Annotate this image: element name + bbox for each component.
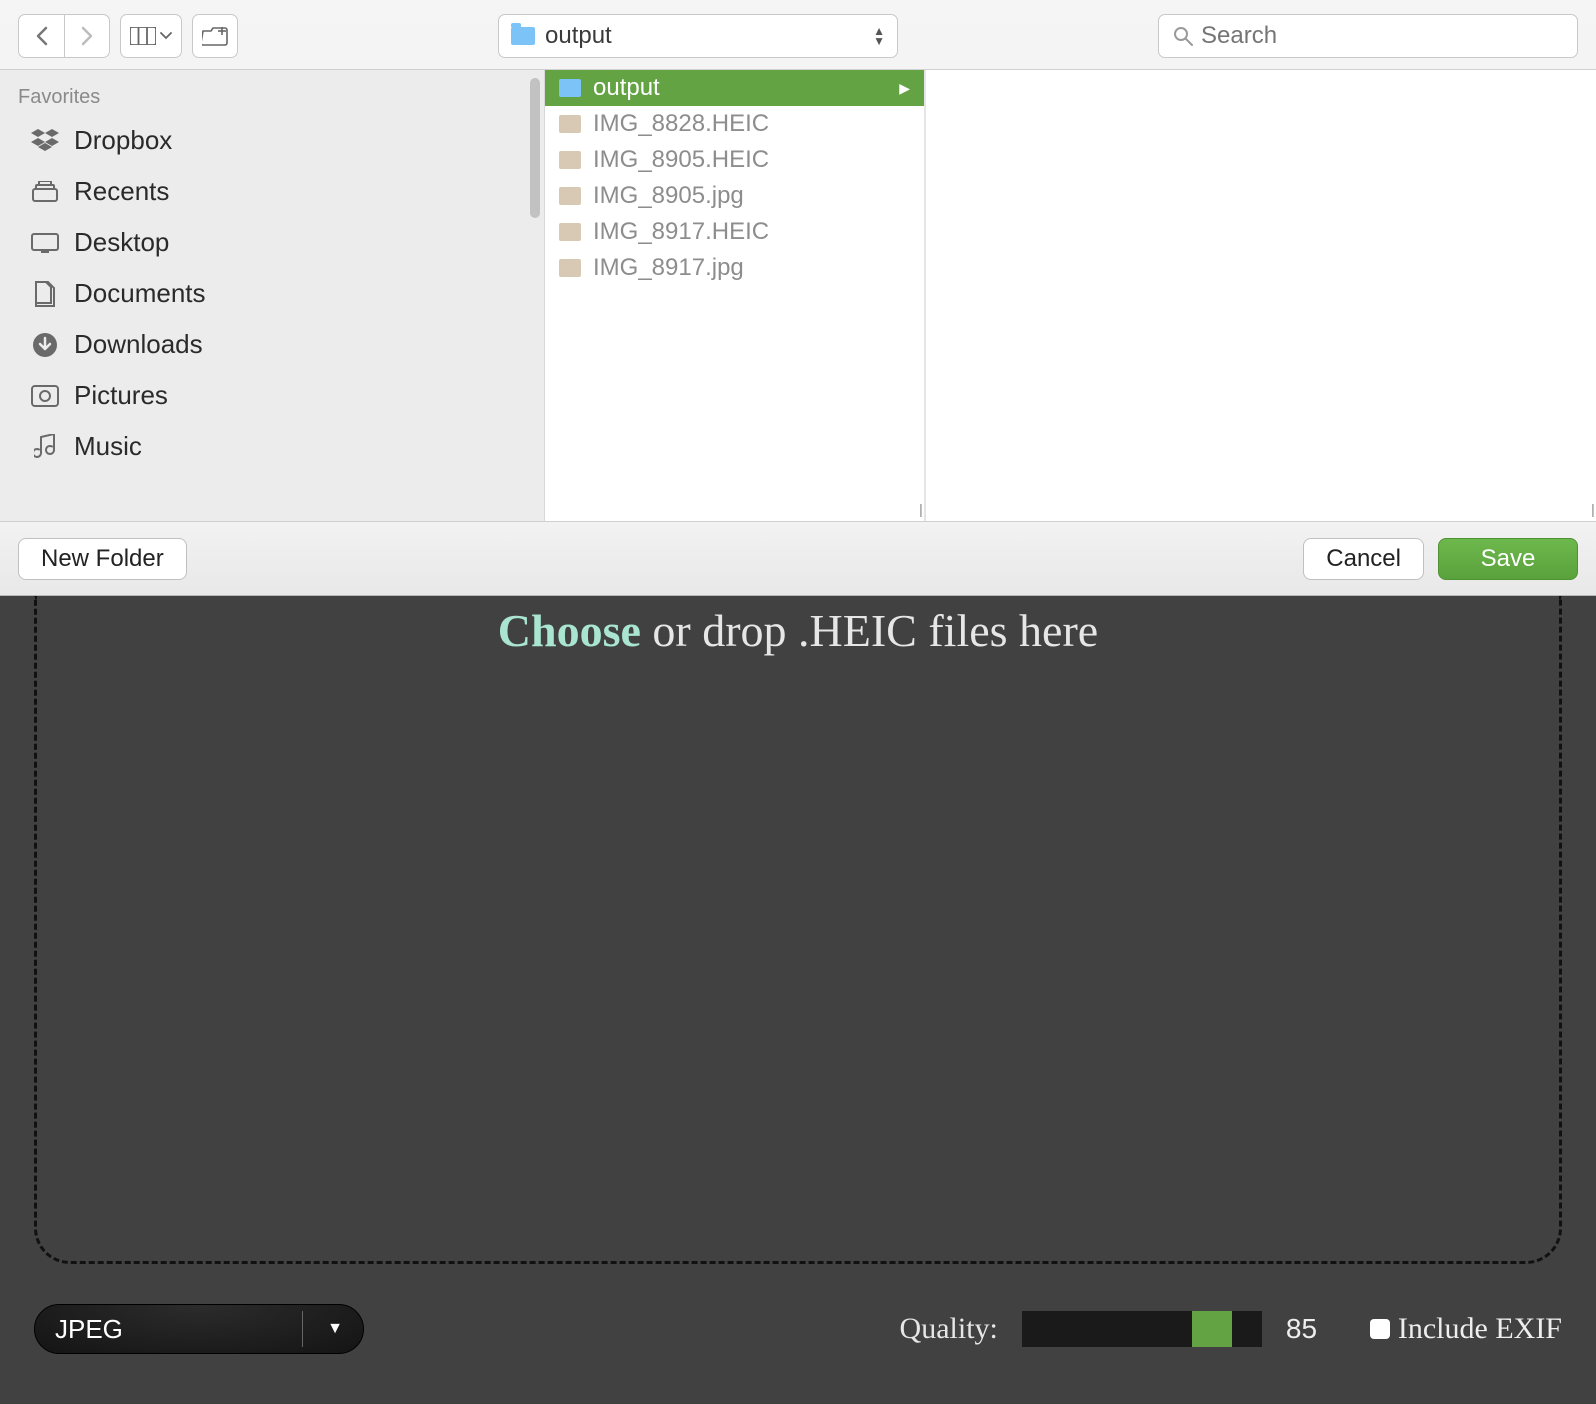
search-text-input[interactable] xyxy=(1201,22,1563,50)
sidebar: Favorites Dropbox Recents Desktop Documents… xyxy=(0,70,545,521)
select-divider xyxy=(302,1311,303,1347)
sidebar-scrollbar[interactable] xyxy=(530,78,540,218)
new-folder-button[interactable]: New Folder xyxy=(18,538,187,580)
sidebar-item-desktop[interactable]: Desktop xyxy=(0,217,544,268)
quality-slider[interactable] xyxy=(1022,1311,1262,1347)
quality-value: 85 xyxy=(1286,1313,1326,1345)
folder-row[interactable]: output ▶ xyxy=(545,70,924,106)
folder-icon xyxy=(559,79,581,97)
slider-handle[interactable] xyxy=(1192,1311,1232,1347)
nav-button-group xyxy=(18,14,110,58)
exif-label: Include EXIF xyxy=(1398,1312,1562,1346)
column-resize-grip[interactable]: || xyxy=(919,501,920,517)
row-label: IMG_8917.jpg xyxy=(593,254,744,282)
forward-button[interactable] xyxy=(64,14,110,58)
dropbox-icon xyxy=(30,128,60,154)
file-thumbnail-icon xyxy=(559,223,581,241)
file-row[interactable]: IMG_8917.HEIC xyxy=(545,214,924,250)
sidebar-item-label: Pictures xyxy=(74,380,168,411)
desktop-icon xyxy=(30,230,60,256)
search-input[interactable] xyxy=(1158,14,1578,58)
sidebar-item-recents[interactable]: Recents xyxy=(0,166,544,217)
chevron-down-icon: ▼ xyxy=(327,1320,343,1338)
drop-text: Choose or drop .HEIC files here xyxy=(498,604,1098,1261)
row-label: output xyxy=(593,74,660,102)
sidebar-item-label: Desktop xyxy=(74,227,169,258)
row-label: IMG_8917.HEIC xyxy=(593,218,769,246)
file-thumbnail-icon xyxy=(559,259,581,277)
include-exif-toggle[interactable]: Include EXIF xyxy=(1370,1312,1562,1346)
pictures-icon xyxy=(30,383,60,409)
choose-link[interactable]: Choose xyxy=(498,605,641,656)
column-pane: output ▶ IMG_8828.HEIC IMG_8905.HEIC IMG_890… xyxy=(545,70,925,521)
new-folder-icon xyxy=(202,26,228,46)
sidebar-item-label: Recents xyxy=(74,176,169,207)
search-icon xyxy=(1173,26,1193,46)
sidebar-item-label: Music xyxy=(74,431,142,462)
save-button[interactable]: Save xyxy=(1438,538,1578,580)
sidebar-item-label: Documents xyxy=(74,278,206,309)
file-browser: Favorites Dropbox Recents Desktop Documents… xyxy=(0,70,1596,521)
dialog-toolbar: output ▲▼ xyxy=(0,0,1596,70)
quality-label: Quality: xyxy=(900,1312,998,1346)
chevron-left-icon xyxy=(35,26,49,46)
sidebar-item-documents[interactable]: Documents xyxy=(0,268,544,319)
chevron-down-icon xyxy=(160,32,172,40)
file-row[interactable]: IMG_8917.jpg xyxy=(545,250,924,286)
preview-pane: || xyxy=(925,70,1596,521)
up-down-icon: ▲▼ xyxy=(873,26,885,46)
sidebar-header: Favorites xyxy=(0,80,544,115)
chevron-right-icon: ▶ xyxy=(899,80,910,97)
save-dialog: output ▲▼ Favorites Dropbox Recents Deskto… xyxy=(0,0,1596,596)
sidebar-item-label: Dropbox xyxy=(74,125,172,156)
folder-icon xyxy=(511,27,535,45)
sidebar-item-pictures[interactable]: Pictures xyxy=(0,370,544,421)
documents-icon xyxy=(30,281,60,307)
file-thumbnail-icon xyxy=(559,151,581,169)
path-label: output xyxy=(545,22,612,50)
new-folder-toolbar-button[interactable] xyxy=(192,14,238,58)
file-row[interactable]: IMG_8828.HEIC xyxy=(545,106,924,142)
drop-zone[interactable]: Choose or drop .HEIC files here xyxy=(34,596,1562,1264)
converter-app: Choose or drop .HEIC files here JPEG ▼ Q… xyxy=(0,596,1596,1404)
cancel-button[interactable]: Cancel xyxy=(1303,538,1424,580)
back-button[interactable] xyxy=(18,14,64,58)
sidebar-item-label: Downloads xyxy=(74,329,203,360)
file-thumbnail-icon xyxy=(559,187,581,205)
path-dropdown[interactable]: output ▲▼ xyxy=(498,14,898,58)
row-label: IMG_8905.HEIC xyxy=(593,146,769,174)
dialog-footer: New Folder Cancel Save xyxy=(0,521,1596,595)
checkbox-icon xyxy=(1370,1319,1390,1339)
format-label: JPEG xyxy=(55,1314,123,1345)
sidebar-item-dropbox[interactable]: Dropbox xyxy=(0,115,544,166)
sidebar-item-music[interactable]: Music xyxy=(0,421,544,472)
music-icon xyxy=(30,434,60,460)
file-thumbnail-icon xyxy=(559,115,581,133)
row-label: IMG_8828.HEIC xyxy=(593,110,769,138)
drop-rest-text: or drop .HEIC files here xyxy=(641,605,1098,656)
view-mode-button[interactable] xyxy=(120,14,182,58)
row-label: IMG_8905.jpg xyxy=(593,182,744,210)
preview-resize-grip[interactable]: || xyxy=(1591,501,1592,517)
file-row[interactable]: IMG_8905.HEIC xyxy=(545,142,924,178)
chevron-right-icon xyxy=(80,26,94,46)
column-view-icon xyxy=(130,27,156,45)
recents-icon xyxy=(30,179,60,205)
sidebar-item-downloads[interactable]: Downloads xyxy=(0,319,544,370)
controls-bar: JPEG ▼ Quality: 85 Include EXIF xyxy=(34,1294,1562,1364)
format-select[interactable]: JPEG ▼ xyxy=(34,1304,364,1354)
downloads-icon xyxy=(30,332,60,358)
file-row[interactable]: IMG_8905.jpg xyxy=(545,178,924,214)
